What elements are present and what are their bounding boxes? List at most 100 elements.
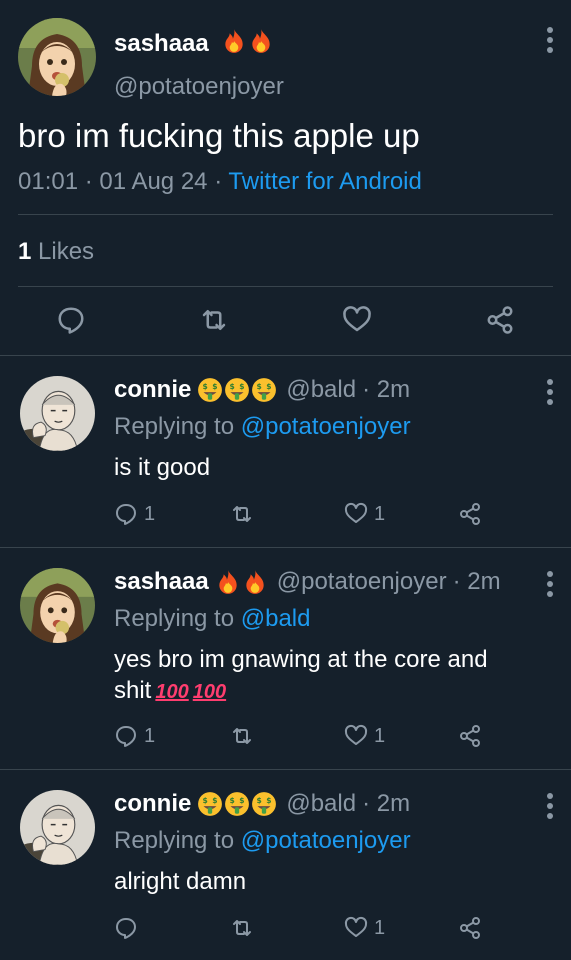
reply-tweet[interactable]: connie @bald · 2m Replying to @potatoenj…: [0, 356, 571, 548]
share-button[interactable]: [458, 502, 482, 526]
heart-icon: [344, 916, 368, 940]
replying-prefix: Replying to: [114, 605, 235, 632]
retweet-icon: [230, 916, 254, 940]
reply-age: · 2m: [452, 568, 501, 595]
replying-to: Replying to @potatoenjoyer: [114, 413, 411, 441]
author-name[interactable]: connie: [114, 376, 191, 404]
money-mouth-face-icon: [197, 791, 223, 817]
replying-to-handle[interactable]: @potatoenjoyer: [241, 827, 411, 854]
replying-to-handle[interactable]: @potatoenjoyer: [241, 413, 411, 440]
author-name[interactable]: connie: [114, 790, 191, 818]
hundred-points-icon: 100: [155, 681, 189, 703]
reply-header: sashaaa @potatoenjoyer · 2m: [114, 568, 501, 596]
share-button[interactable]: [458, 916, 482, 940]
likes-label: Likes: [38, 238, 95, 265]
reply-text-line: yes bro im gnawing at the core and: [114, 646, 488, 673]
reply-actions: 1 1: [114, 502, 551, 528]
retweet-button[interactable]: [230, 502, 254, 526]
tweet-date: 01 Aug 24: [99, 168, 208, 195]
replying-to: Replying to @potatoenjoyer: [114, 827, 411, 855]
likes-count: 1: [18, 238, 32, 265]
like-button[interactable]: 1: [344, 502, 385, 526]
like-count: 1: [374, 916, 386, 939]
money-mouth-face-icon: [251, 377, 277, 403]
reply-icon: [114, 916, 138, 940]
fire-icon: [215, 569, 241, 595]
money-mouth-face-icon: [197, 377, 223, 403]
reply-button[interactable]: [114, 916, 144, 940]
like-button[interactable]: 1: [344, 916, 385, 940]
share-icon: [458, 724, 482, 748]
reply-text-line: shit 100 100: [114, 675, 544, 708]
replying-prefix: Replying to: [114, 413, 235, 440]
fire-icon: [248, 28, 274, 54]
fire-icon: [242, 569, 268, 595]
reply-actions: 1 1: [114, 724, 551, 750]
more-options-icon[interactable]: [545, 570, 555, 598]
avatar[interactable]: [20, 790, 95, 865]
replying-to-handle[interactable]: @bald: [241, 605, 311, 632]
likes-summary[interactable]: 1 Likes: [18, 238, 94, 266]
like-count: 1: [374, 724, 386, 747]
divider: [18, 286, 553, 287]
main-tweet: sashaaa @potatoenjoyer bro im fucking th…: [0, 0, 571, 356]
retweet-icon: [230, 502, 254, 526]
avatar[interactable]: [20, 568, 95, 643]
share-icon[interactable]: [485, 305, 515, 335]
replying-to: Replying to @bald: [114, 605, 311, 633]
reply-actions: 1: [114, 916, 551, 942]
author-handle[interactable]: @bald: [286, 376, 356, 404]
share-icon: [458, 502, 482, 526]
heart-icon: [344, 724, 368, 748]
hundred-points-icon: 100: [192, 681, 227, 703]
author-name[interactable]: sashaaa: [114, 568, 209, 596]
tweet-meta: 01:01 · 01 Aug 24 · Twitter for Android: [18, 168, 422, 195]
share-icon: [458, 916, 482, 940]
author-handle[interactable]: @potatoenjoyer: [114, 73, 284, 101]
reply-header: connie @bald · 2m: [114, 790, 410, 818]
author-handle[interactable]: @bald: [286, 790, 356, 818]
replying-prefix: Replying to: [114, 827, 235, 854]
reply-tweet[interactable]: connie @bald · 2m Replying to @potatoenj…: [0, 770, 571, 960]
heart-icon: [344, 502, 368, 526]
money-mouth-face-icon: [224, 791, 250, 817]
reply-icon[interactable]: [56, 305, 86, 335]
fire-icon: [221, 28, 247, 54]
tweet-text: bro im fucking this apple up: [18, 117, 420, 154]
reply-tweet[interactable]: sashaaa @potatoenjoyer · 2m Replying to …: [0, 548, 571, 770]
tweet-source[interactable]: Twitter for Android: [228, 168, 421, 195]
avatar[interactable]: [18, 18, 96, 96]
more-options-icon[interactable]: [545, 792, 555, 820]
author-name[interactable]: sashaaa: [114, 28, 275, 58]
money-mouth-face-icon: [224, 377, 250, 403]
reply-text: yes bro im gnawing at the core and shit 1…: [114, 644, 544, 708]
reply-count: 1: [144, 502, 156, 525]
heart-icon[interactable]: [342, 305, 372, 335]
reply-text: alright damn: [114, 868, 247, 895]
divider: [18, 214, 553, 215]
retweet-button[interactable]: [230, 916, 254, 940]
share-button[interactable]: [458, 724, 482, 748]
tweet-time: 01:01: [18, 168, 79, 195]
reply-text-word: shit: [114, 677, 152, 704]
author-handle[interactable]: @potatoenjoyer: [277, 568, 447, 596]
reply-header: connie @bald · 2m: [114, 376, 410, 404]
like-count: 1: [374, 502, 386, 525]
reply-button[interactable]: 1: [114, 724, 155, 748]
author-name-text: sashaaa: [114, 30, 209, 57]
reply-icon: [114, 724, 138, 748]
reply-age: · 2m: [362, 376, 411, 403]
reply-button[interactable]: 1: [114, 502, 155, 526]
retweet-icon: [230, 724, 254, 748]
money-mouth-face-icon: [251, 791, 277, 817]
more-options-icon[interactable]: [545, 26, 555, 54]
reply-icon: [114, 502, 138, 526]
reply-age: · 2m: [362, 790, 411, 817]
reply-text: is it good: [114, 454, 211, 481]
more-options-icon[interactable]: [545, 378, 555, 406]
retweet-icon[interactable]: [199, 305, 229, 335]
like-button[interactable]: 1: [344, 724, 385, 748]
avatar[interactable]: [20, 376, 95, 451]
retweet-button[interactable]: [230, 724, 254, 748]
reply-count: 1: [144, 724, 156, 747]
